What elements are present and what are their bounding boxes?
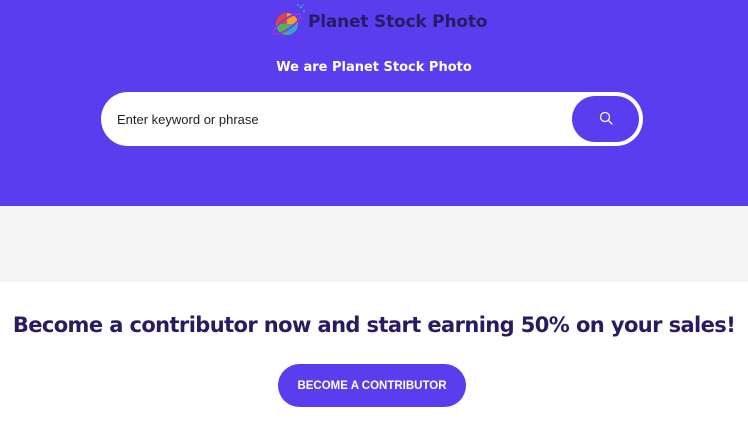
brand-name: Planet Stock Photo [308, 12, 488, 32]
grey-divider-band [0, 206, 748, 282]
site-logo[interactable]: Planet Stock Photo [270, 2, 487, 42]
search-bar [101, 92, 643, 146]
search-input[interactable] [117, 92, 557, 146]
become-contributor-button[interactable]: BECOME A CONTRIBUTOR [278, 364, 466, 407]
search-icon [599, 111, 613, 128]
search-button[interactable] [572, 96, 639, 142]
hero-section: Planet Stock Photo We are Planet Stock P… [0, 0, 748, 206]
hero-tagline: We are Planet Stock Photo [276, 60, 472, 75]
planet-logo-icon [270, 3, 306, 41]
contributor-heading: Become a contributor now and start earni… [12, 313, 736, 337]
